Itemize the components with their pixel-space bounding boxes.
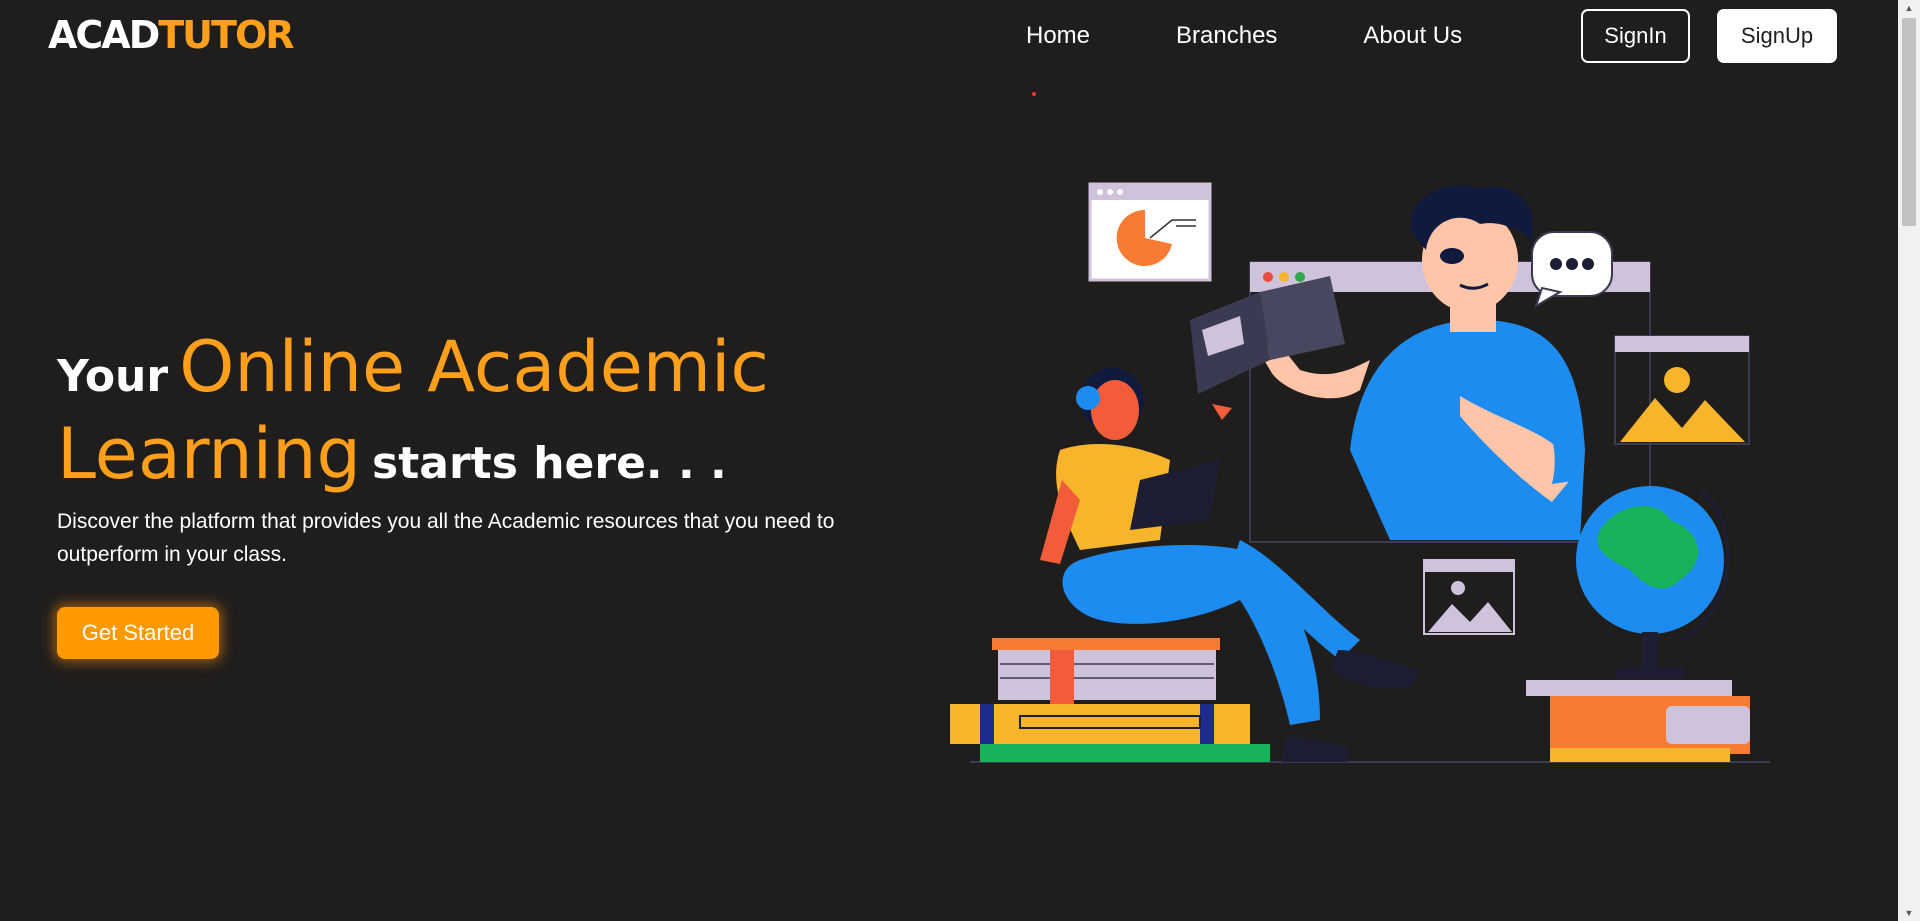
hero-description: Discover the platform that provides you … (57, 510, 835, 566)
brand-part-2: TUTOR (158, 13, 294, 57)
nav-home[interactable]: Home (1026, 22, 1090, 50)
pie-chart-card (1088, 182, 1212, 282)
book-stack-right (1526, 680, 1750, 762)
open-book (1190, 276, 1345, 420)
main-nav: Home Branches About Us (1026, 22, 1462, 50)
globe (1576, 486, 1730, 678)
headline-tail: starts here. . . (372, 438, 727, 489)
signin-button[interactable]: SignIn (1581, 9, 1690, 63)
get-started-button[interactable]: Get Started (57, 607, 219, 659)
brand-logo[interactable]: ACADTUTOR (48, 13, 295, 57)
hero-headline: Your Online Academic Learning starts her… (57, 330, 857, 504)
nav-branches[interactable]: Branches (1176, 22, 1277, 50)
book-stack-left (950, 638, 1270, 762)
page: ACADTUTOR Home Branches About Us SignIn … (0, 0, 1898, 921)
teacher-figure (1258, 185, 1585, 540)
scrollbar-thumb[interactable] (1902, 18, 1916, 226)
nav-active-indicator (1032, 92, 1036, 96)
image-card-small (1423, 559, 1515, 635)
brand-part-1: ACAD (48, 13, 160, 57)
vertical-scrollbar[interactable]: ▲ ▼ (1898, 0, 1920, 921)
headline-highlight-1: Online Academic (179, 326, 769, 408)
signup-button[interactable]: SignUp (1717, 9, 1837, 63)
nav-about-us[interactable]: About Us (1363, 22, 1462, 50)
scroll-down-arrow-icon[interactable]: ▼ (1898, 905, 1920, 921)
speech-bubble (1531, 231, 1613, 309)
image-card-right (1614, 335, 1750, 445)
headline-your: Your (57, 351, 169, 402)
headline-highlight-2: Learning (57, 413, 361, 495)
hero-illustration (950, 182, 1770, 763)
scroll-up-arrow-icon[interactable]: ▲ (1898, 0, 1920, 16)
